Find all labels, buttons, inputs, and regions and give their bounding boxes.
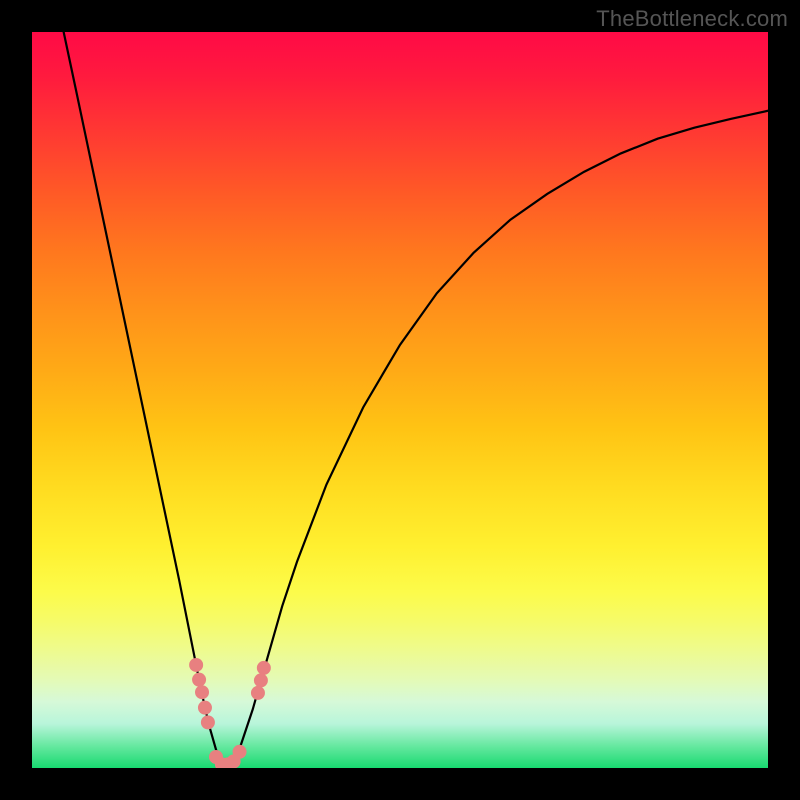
markers-group: [189, 658, 271, 768]
data-marker: [192, 673, 206, 687]
watermark-text: TheBottleneck.com: [596, 6, 788, 32]
data-marker: [251, 686, 265, 700]
data-marker: [201, 715, 215, 729]
data-marker: [254, 673, 268, 687]
data-marker: [257, 661, 271, 675]
curve-svg: [32, 32, 768, 768]
data-marker: [195, 685, 209, 699]
data-marker: [233, 745, 247, 759]
data-marker: [189, 658, 203, 672]
plot-area: [32, 32, 768, 768]
data-marker: [198, 701, 212, 715]
chart-frame: TheBottleneck.com: [0, 0, 800, 800]
bottleneck-curve: [64, 32, 768, 765]
